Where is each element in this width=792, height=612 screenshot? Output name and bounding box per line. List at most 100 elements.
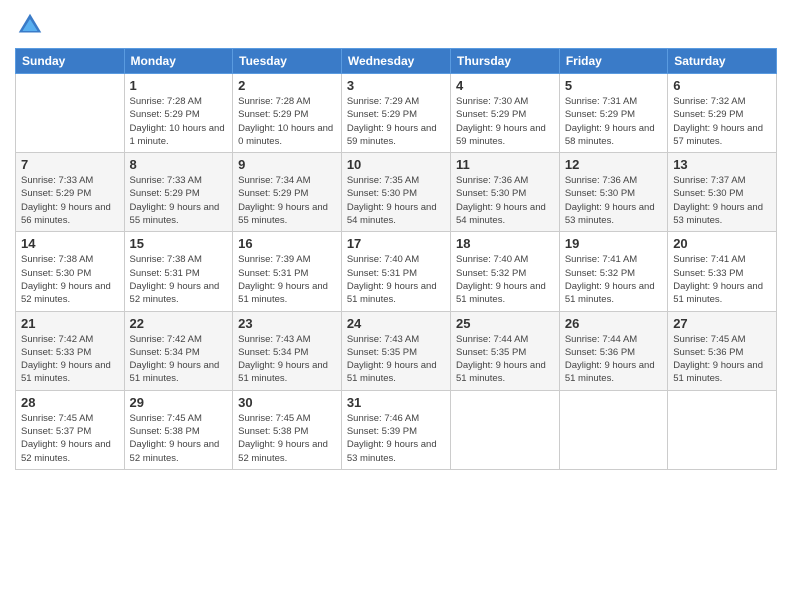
day-number: 5 — [565, 78, 662, 93]
day-info: Sunrise: 7:31 AMSunset: 5:29 PMDaylight:… — [565, 95, 662, 148]
logo-icon — [15, 10, 45, 40]
day-info: Sunrise: 7:44 AMSunset: 5:35 PMDaylight:… — [456, 333, 554, 386]
day-number: 15 — [130, 236, 228, 251]
day-number: 21 — [21, 316, 119, 331]
day-info: Sunrise: 7:28 AMSunset: 5:29 PMDaylight:… — [130, 95, 228, 148]
calendar-cell: 12Sunrise: 7:36 AMSunset: 5:30 PMDayligh… — [559, 153, 667, 232]
day-info: Sunrise: 7:38 AMSunset: 5:30 PMDaylight:… — [21, 253, 119, 306]
calendar-week-row: 14 Sunrise: 7:38 AMSunset: 5:30 PMDayligh… — [16, 232, 777, 311]
day-info: Sunrise: 7:44 AMSunset: 5:36 PMDaylight:… — [565, 333, 662, 386]
calendar-week-row: 28 Sunrise: 7:45 AMSunset: 5:37 PMDayligh… — [16, 390, 777, 469]
calendar-header-row: Sunday Monday Tuesday Wednesday Thursday… — [16, 49, 777, 74]
day-info: Sunrise: 7:30 AMSunset: 5:29 PMDaylight:… — [456, 95, 554, 148]
day-number: 23 — [238, 316, 336, 331]
col-sunday: Sunday — [16, 49, 125, 74]
day-info: Sunrise: 7:35 AMSunset: 5:30 PMDaylight:… — [347, 174, 445, 227]
day-number: 28 — [21, 395, 119, 410]
day-number: 14 — [21, 236, 119, 251]
day-info: Sunrise: 7:37 AMSunset: 5:30 PMDaylight:… — [673, 174, 771, 227]
page-header — [15, 10, 777, 40]
day-number: 8 — [130, 157, 228, 172]
calendar-cell: 9 Sunrise: 7:34 AMSunset: 5:29 PMDaylight… — [233, 153, 342, 232]
day-number: 25 — [456, 316, 554, 331]
calendar-week-row: 7 Sunrise: 7:33 AMSunset: 5:29 PMDaylight… — [16, 153, 777, 232]
day-number: 12 — [565, 157, 662, 172]
day-info: Sunrise: 7:43 AMSunset: 5:35 PMDaylight:… — [347, 333, 445, 386]
col-friday: Friday — [559, 49, 667, 74]
calendar-cell: 28 Sunrise: 7:45 AMSunset: 5:37 PMDayligh… — [16, 390, 125, 469]
day-number: 24 — [347, 316, 445, 331]
day-number: 6 — [673, 78, 771, 93]
calendar-cell: 25 Sunrise: 7:44 AMSunset: 5:35 PMDayligh… — [451, 311, 560, 390]
calendar-cell: 19 Sunrise: 7:41 AMSunset: 5:32 PMDayligh… — [559, 232, 667, 311]
calendar-week-row: 1Sunrise: 7:28 AMSunset: 5:29 PMDaylight… — [16, 74, 777, 153]
day-info: Sunrise: 7:29 AMSunset: 5:29 PMDaylight:… — [347, 95, 445, 148]
calendar-cell: 14 Sunrise: 7:38 AMSunset: 5:30 PMDayligh… — [16, 232, 125, 311]
day-number: 27 — [673, 316, 771, 331]
col-wednesday: Wednesday — [341, 49, 450, 74]
calendar-cell: 18Sunrise: 7:40 AMSunset: 5:32 PMDayligh… — [451, 232, 560, 311]
day-info: Sunrise: 7:41 AMSunset: 5:33 PMDaylight:… — [673, 253, 771, 306]
calendar-cell: 11Sunrise: 7:36 AMSunset: 5:30 PMDayligh… — [451, 153, 560, 232]
day-number: 3 — [347, 78, 445, 93]
day-info: Sunrise: 7:36 AMSunset: 5:30 PMDaylight:… — [456, 174, 554, 227]
day-info: Sunrise: 7:38 AMSunset: 5:31 PMDaylight:… — [130, 253, 228, 306]
day-info: Sunrise: 7:43 AMSunset: 5:34 PMDaylight:… — [238, 333, 336, 386]
day-info: Sunrise: 7:41 AMSunset: 5:32 PMDaylight:… — [565, 253, 662, 306]
col-saturday: Saturday — [668, 49, 777, 74]
day-number: 16 — [238, 236, 336, 251]
col-thursday: Thursday — [451, 49, 560, 74]
calendar-page: Sunday Monday Tuesday Wednesday Thursday… — [0, 0, 792, 612]
calendar-cell: 16 Sunrise: 7:39 AMSunset: 5:31 PMDayligh… — [233, 232, 342, 311]
day-number: 20 — [673, 236, 771, 251]
calendar-cell: 17 Sunrise: 7:40 AMSunset: 5:31 PMDayligh… — [341, 232, 450, 311]
day-info: Sunrise: 7:45 AMSunset: 5:37 PMDaylight:… — [21, 412, 119, 465]
calendar-cell: 10 Sunrise: 7:35 AMSunset: 5:30 PMDayligh… — [341, 153, 450, 232]
day-info: Sunrise: 7:45 AMSunset: 5:36 PMDaylight:… — [673, 333, 771, 386]
calendar-cell: 27 Sunrise: 7:45 AMSunset: 5:36 PMDayligh… — [668, 311, 777, 390]
day-number: 17 — [347, 236, 445, 251]
day-info: Sunrise: 7:40 AMSunset: 5:31 PMDaylight:… — [347, 253, 445, 306]
day-info: Sunrise: 7:34 AMSunset: 5:29 PMDaylight:… — [238, 174, 336, 227]
day-number: 2 — [238, 78, 336, 93]
day-info: Sunrise: 7:32 AMSunset: 5:29 PMDaylight:… — [673, 95, 771, 148]
day-number: 9 — [238, 157, 336, 172]
calendar-cell: 29 Sunrise: 7:45 AMSunset: 5:38 PMDayligh… — [124, 390, 233, 469]
col-tuesday: Tuesday — [233, 49, 342, 74]
calendar-cell: 7 Sunrise: 7:33 AMSunset: 5:29 PMDaylight… — [16, 153, 125, 232]
calendar-cell: 13Sunrise: 7:37 AMSunset: 5:30 PMDayligh… — [668, 153, 777, 232]
calendar-cell — [668, 390, 777, 469]
day-number: 29 — [130, 395, 228, 410]
calendar-cell: 6 Sunrise: 7:32 AMSunset: 5:29 PMDaylight… — [668, 74, 777, 153]
calendar-cell: 23 Sunrise: 7:43 AMSunset: 5:34 PMDayligh… — [233, 311, 342, 390]
calendar-cell: 1Sunrise: 7:28 AMSunset: 5:29 PMDaylight… — [124, 74, 233, 153]
calendar-cell: 24 Sunrise: 7:43 AMSunset: 5:35 PMDayligh… — [341, 311, 450, 390]
calendar-cell: 20 Sunrise: 7:41 AMSunset: 5:33 PMDayligh… — [668, 232, 777, 311]
calendar-cell: 8Sunrise: 7:33 AMSunset: 5:29 PMDaylight… — [124, 153, 233, 232]
day-info: Sunrise: 7:45 AMSunset: 5:38 PMDaylight:… — [130, 412, 228, 465]
calendar-cell: 15 Sunrise: 7:38 AMSunset: 5:31 PMDayligh… — [124, 232, 233, 311]
day-number: 7 — [21, 157, 119, 172]
day-number: 31 — [347, 395, 445, 410]
calendar-cell: 4Sunrise: 7:30 AMSunset: 5:29 PMDaylight… — [451, 74, 560, 153]
calendar-cell: 21Sunrise: 7:42 AMSunset: 5:33 PMDayligh… — [16, 311, 125, 390]
day-number: 19 — [565, 236, 662, 251]
calendar-cell — [451, 390, 560, 469]
day-info: Sunrise: 7:39 AMSunset: 5:31 PMDaylight:… — [238, 253, 336, 306]
day-number: 22 — [130, 316, 228, 331]
calendar-cell: 5 Sunrise: 7:31 AMSunset: 5:29 PMDaylight… — [559, 74, 667, 153]
calendar-cell: 22 Sunrise: 7:42 AMSunset: 5:34 PMDayligh… — [124, 311, 233, 390]
day-number: 30 — [238, 395, 336, 410]
logo — [15, 10, 49, 40]
day-number: 26 — [565, 316, 662, 331]
day-info: Sunrise: 7:33 AMSunset: 5:29 PMDaylight:… — [21, 174, 119, 227]
calendar-cell: 3 Sunrise: 7:29 AMSunset: 5:29 PMDaylight… — [341, 74, 450, 153]
day-info: Sunrise: 7:40 AMSunset: 5:32 PMDaylight:… — [456, 253, 554, 306]
calendar-cell — [559, 390, 667, 469]
day-number: 10 — [347, 157, 445, 172]
col-monday: Monday — [124, 49, 233, 74]
day-info: Sunrise: 7:42 AMSunset: 5:34 PMDaylight:… — [130, 333, 228, 386]
calendar-cell: 2Sunrise: 7:28 AMSunset: 5:29 PMDaylight… — [233, 74, 342, 153]
calendar-table: Sunday Monday Tuesday Wednesday Thursday… — [15, 48, 777, 470]
day-info: Sunrise: 7:45 AMSunset: 5:38 PMDaylight:… — [238, 412, 336, 465]
